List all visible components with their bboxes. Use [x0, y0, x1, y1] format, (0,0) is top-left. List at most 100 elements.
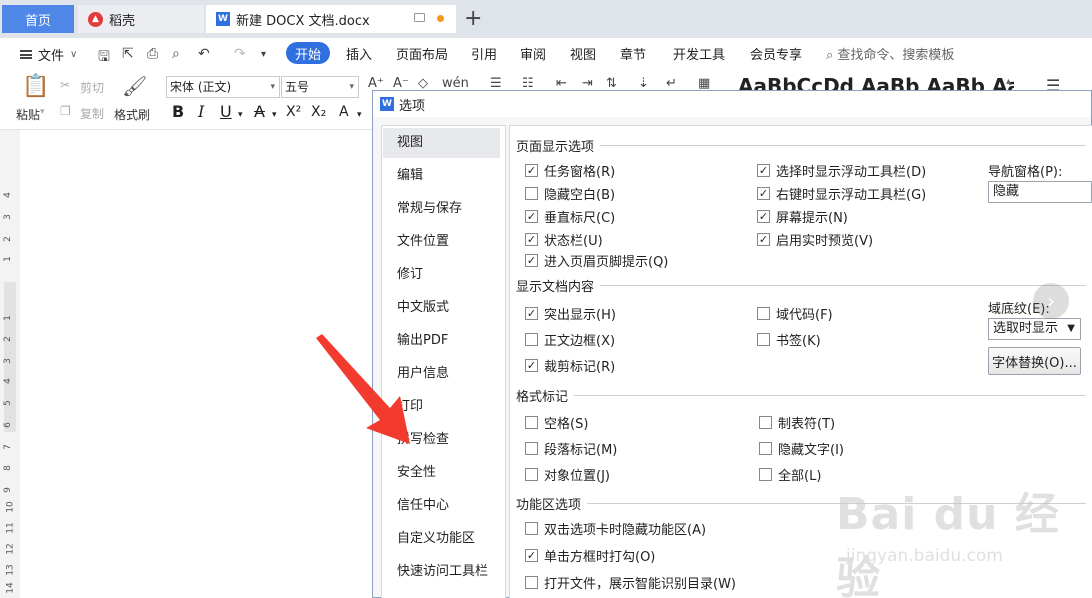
decrease-indent-icon[interactable]: ⇤	[556, 76, 567, 91]
checkbox-live-preview[interactable]: ✓ 启用实时预览(V)	[757, 230, 873, 249]
nav-item-chinese-layout[interactable]: 中文版式	[383, 293, 500, 323]
strikethrough-button[interactable]: A	[254, 102, 265, 121]
checkbox-box: ✓	[525, 307, 538, 320]
text-effect-icon[interactable]: A	[339, 104, 349, 120]
cut-button[interactable]: 剪切	[80, 79, 104, 96]
subscript-button[interactable]: X₂	[311, 104, 326, 120]
increase-indent-icon[interactable]: ⇥	[582, 76, 593, 91]
menu-references[interactable]: 引用	[471, 44, 497, 63]
menu-view[interactable]: 视图	[570, 44, 596, 63]
checkbox-vertical-ruler[interactable]: ✓ 垂直标尺(C)	[525, 207, 615, 226]
export-icon[interactable]: ⇱	[122, 46, 134, 62]
ruler-tick-label: 3	[2, 214, 13, 220]
paste-icon[interactable]: 📋	[22, 74, 49, 99]
nav-item-customize-ribbon[interactable]: 自定义功能区	[383, 524, 500, 554]
checkbox-tab-chars[interactable]: 制表符(T)	[759, 413, 835, 432]
menu-page-layout[interactable]: 页面布局	[396, 44, 448, 63]
nav-pane-select[interactable]: 隐藏	[988, 181, 1092, 203]
font-replace-button[interactable]: 字体替换(O)...	[988, 347, 1081, 375]
checkbox-label: 书签(K)	[776, 334, 821, 349]
checkbox-screen-tips[interactable]: ✓ 屏幕提示(N)	[757, 207, 848, 226]
checkbox-label: 域代码(F)	[776, 308, 833, 323]
nav-item-view[interactable]: 视图	[383, 128, 500, 158]
tab-daoke[interactable]: ▲ 稻壳	[78, 5, 204, 33]
bullet-list-icon[interactable]: ☰	[490, 76, 502, 91]
bold-button[interactable]: B	[172, 102, 184, 121]
checkbox-smart-toc[interactable]: 打开文件，展示智能识别目录(W)	[525, 573, 736, 592]
italic-button[interactable]: I	[198, 102, 204, 121]
checkbox-hide-blank[interactable]: 隐藏空白(B)	[525, 184, 615, 203]
checkbox-highlight[interactable]: ✓ 突出显示(H)	[525, 304, 616, 323]
quick-access-dropdown-icon[interactable]: ▾	[261, 49, 266, 60]
menu-start-tab[interactable]: 开始	[286, 42, 330, 64]
field-shading-select[interactable]: 选取时显示 ▼	[988, 318, 1081, 340]
strikethrough-dropdown-icon[interactable]: ▾	[272, 110, 277, 120]
file-menu-button[interactable]: 文件 ∨	[20, 45, 77, 64]
show-marks-icon[interactable]: ▦	[698, 76, 710, 91]
checkbox-status-bar[interactable]: ✓ 状态栏(U)	[525, 230, 603, 249]
checkbox-text-boundaries[interactable]: 正文边框(X)	[525, 330, 615, 349]
nav-item-security[interactable]: 安全性	[383, 458, 500, 488]
underline-button[interactable]: U	[220, 102, 232, 121]
checkbox-field-codes[interactable]: 域代码(F)	[757, 304, 833, 323]
checkbox-float-toolbar-select[interactable]: ✓ 选择时显示浮动工具栏(D)	[757, 161, 926, 180]
redo-icon[interactable]: ↷	[234, 46, 246, 62]
menu-review[interactable]: 审阅	[520, 44, 546, 63]
superscript-button[interactable]: X²	[286, 104, 301, 120]
increase-font-icon[interactable]: A⁺	[368, 76, 384, 91]
decrease-font-icon[interactable]: A⁻	[393, 76, 409, 91]
checkbox-float-toolbar-rightclick[interactable]: ✓ 右键时显示浮动工具栏(G)	[757, 184, 926, 203]
numbered-list-icon[interactable]: ☷	[522, 76, 534, 91]
checkbox-task-pane[interactable]: ✓ 任务窗格(R)	[525, 161, 615, 180]
paste-button[interactable]: 粘贴	[16, 106, 40, 123]
nav-item-general-save[interactable]: 常规与保存	[383, 194, 500, 224]
clear-format-icon[interactable]: ◇	[418, 76, 428, 91]
chevron-right-icon[interactable]: ›	[1033, 283, 1069, 319]
checkbox-crop-marks[interactable]: ✓ 裁剪标记(R)	[525, 356, 615, 375]
checkbox-paragraph-marks[interactable]: 段落标记(M)	[525, 439, 617, 458]
screen-icon[interactable]	[414, 13, 425, 22]
font-size-select[interactable]: 五号 ▾	[281, 76, 359, 98]
checkbox-bookmarks[interactable]: 书签(K)	[757, 330, 821, 349]
pinyin-icon[interactable]: wén	[442, 76, 469, 91]
checkbox-dblclick-hide-ribbon[interactable]: 双击选项卡时隐藏功能区(A)	[525, 519, 706, 538]
tab-home[interactable]: 首页	[2, 5, 74, 33]
line-spacing-icon[interactable]: ↵	[666, 76, 677, 91]
checkbox-hidden-text[interactable]: 隐藏文字(I)	[759, 439, 844, 458]
text-direction-icon[interactable]: ⇅	[606, 76, 617, 91]
baidu-watermark: Bai du 经验 jingyan.baidu.com	[836, 478, 1086, 598]
checkbox-object-anchors[interactable]: 对象位置(J)	[525, 465, 610, 484]
print-icon[interactable]: ⎙	[147, 46, 158, 62]
command-search[interactable]: ⌕ 查找命令、搜索模板	[826, 44, 954, 63]
checkbox-click-box-tick[interactable]: ✓ 单击方框时打勾(O)	[525, 546, 655, 565]
nav-item-edit[interactable]: 编辑	[383, 161, 500, 191]
print-preview-icon[interactable]: ⌕	[172, 46, 180, 62]
save-icon[interactable]: 🖫	[98, 46, 110, 70]
watermark-url-text: jingyan.baidu.com	[846, 546, 1003, 566]
nav-item-quick-access-toolbar[interactable]: 快速访问工具栏	[383, 557, 500, 587]
dialog-title-bar[interactable]: W 选项	[373, 91, 1091, 117]
nav-item-revision[interactable]: 修订	[383, 260, 500, 290]
vertical-ruler[interactable]: 4 3 2 1 1 2 3 4 5 6 7 8 9 10 11 12 13 14…	[0, 130, 20, 598]
menu-chapter[interactable]: 章节	[620, 44, 646, 63]
tab-document[interactable]: W 新建 DOCX 文档.docx	[206, 5, 456, 33]
menu-member[interactable]: 会员专享	[750, 44, 802, 63]
checkbox-all-marks[interactable]: 全部(L)	[759, 465, 821, 484]
checkbox-box: ✓	[757, 187, 770, 200]
text-effect-dropdown-icon[interactable]: ▾	[357, 110, 362, 120]
styles-scroll-up-icon[interactable]: ▴	[1006, 76, 1011, 87]
font-name-select[interactable]: 宋体 (正文) ▾	[166, 76, 280, 98]
menu-insert[interactable]: 插入	[346, 44, 372, 63]
checkbox-spaces[interactable]: 空格(S)	[525, 413, 588, 432]
new-tab-plus-icon[interactable]: +	[464, 6, 482, 32]
nav-item-trust-center[interactable]: 信任中心	[383, 491, 500, 521]
sort-icon[interactable]: ⇣	[638, 76, 649, 91]
undo-icon[interactable]: ↶	[198, 46, 210, 62]
underline-dropdown-icon[interactable]: ▾	[238, 110, 243, 120]
format-painter-button[interactable]: 格式刷	[114, 106, 150, 123]
copy-button[interactable]: 复制	[80, 105, 104, 122]
nav-item-file-location[interactable]: 文件位置	[383, 227, 500, 257]
checkbox-header-footer-hint[interactable]: ✓ 进入页眉页脚提示(Q)	[525, 251, 668, 270]
paste-dropdown-icon[interactable]: ▾	[40, 107, 45, 117]
menu-developer[interactable]: 开发工具	[673, 44, 725, 63]
